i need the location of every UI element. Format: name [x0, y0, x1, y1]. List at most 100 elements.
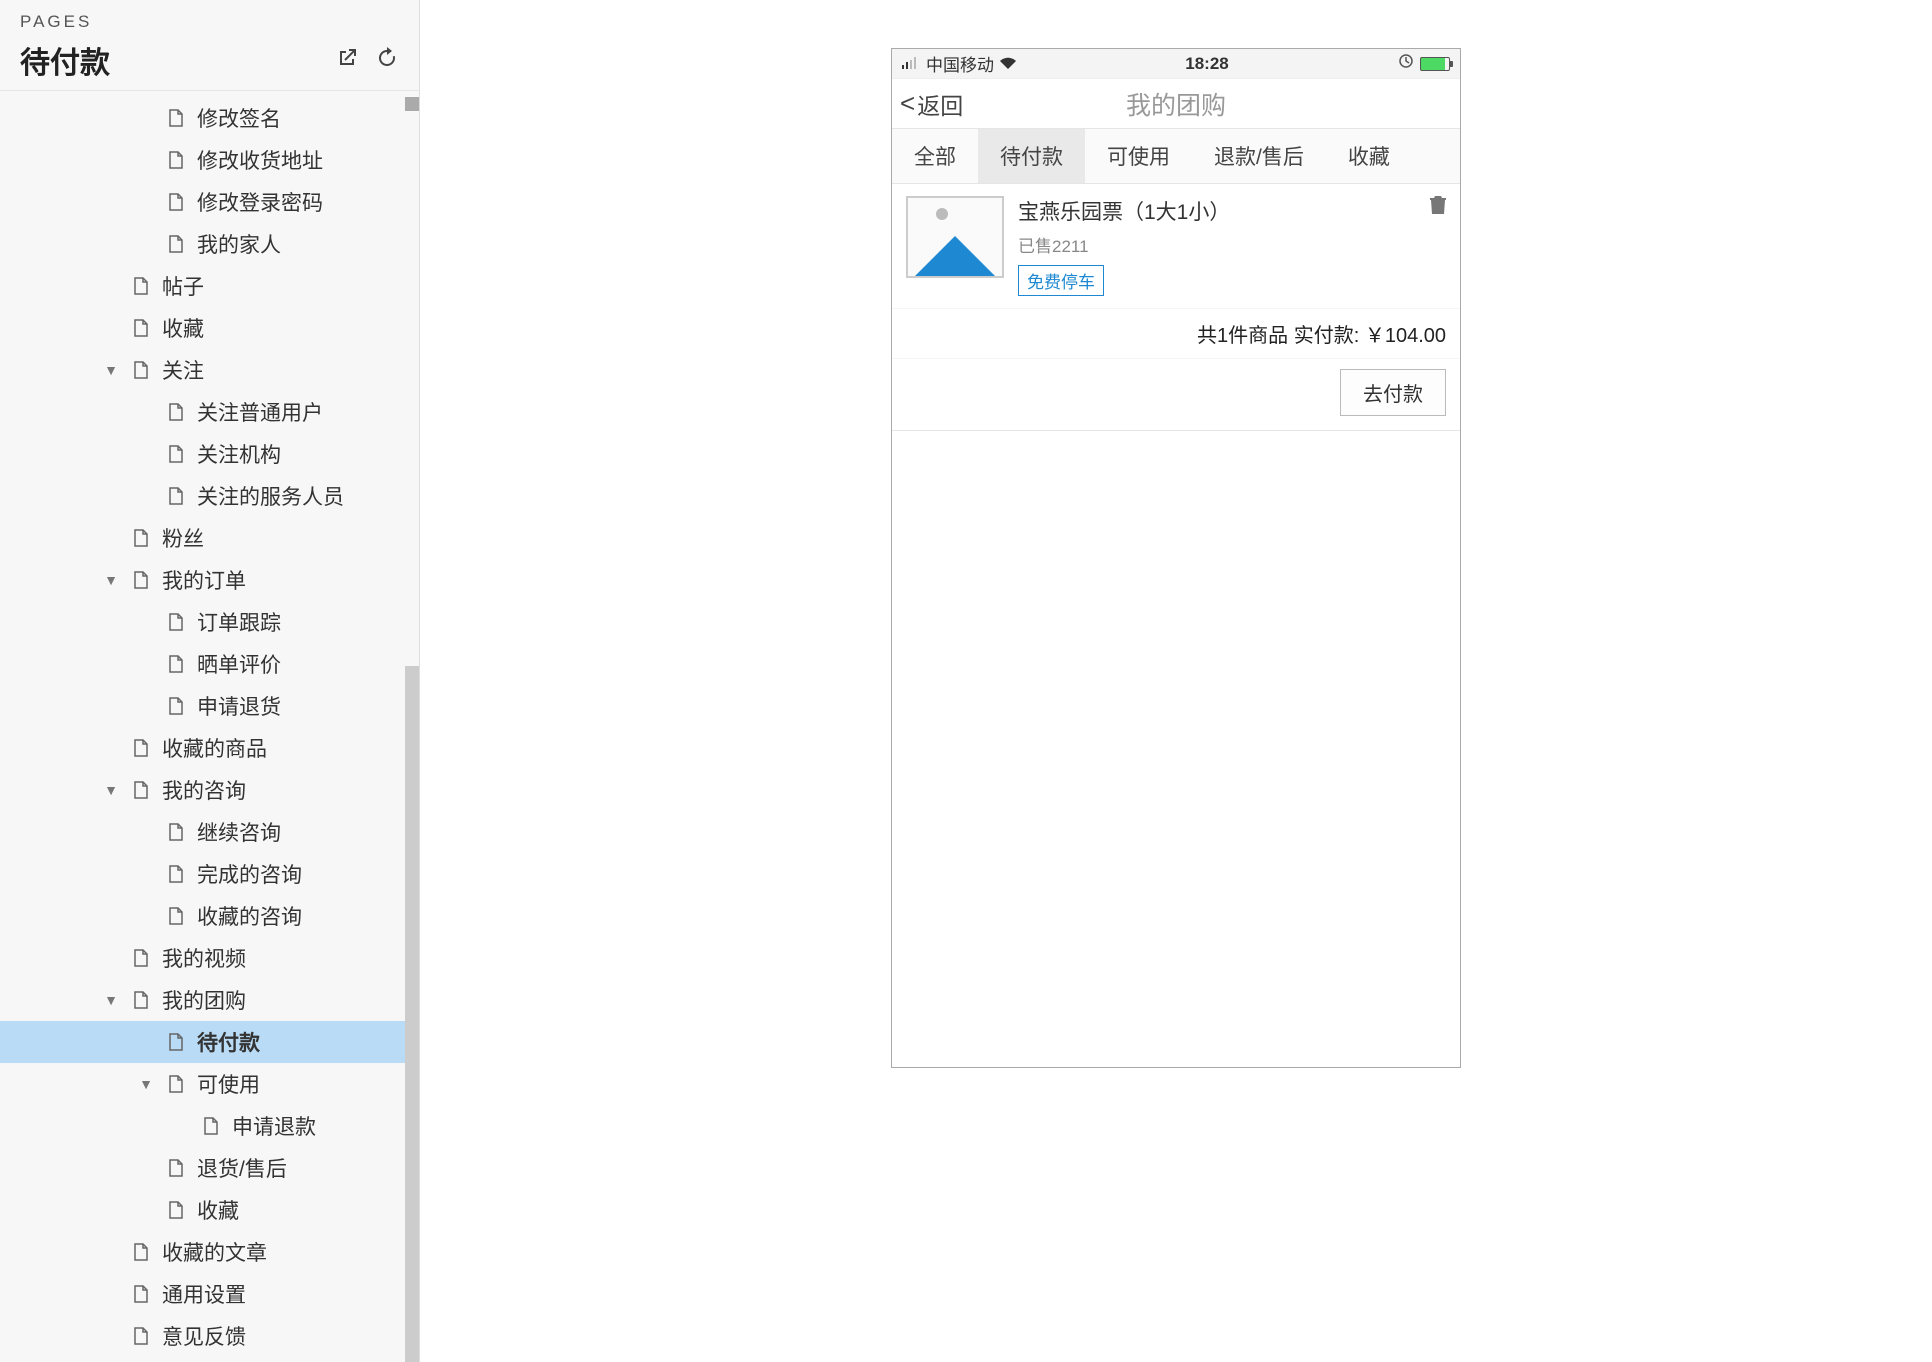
refresh-icon[interactable] [375, 46, 399, 75]
file-icon [165, 612, 185, 632]
tree-item-label: 收藏的咨询 [197, 901, 302, 931]
tree-item-label: 关注普通用户 [197, 397, 323, 427]
tree-item[interactable]: 完成的咨询 [0, 853, 419, 895]
file-icon [130, 990, 150, 1010]
tab-bar: 全部待付款可使用退款/售后收藏 [892, 129, 1460, 184]
file-icon [165, 192, 185, 212]
tree-item[interactable]: 关注机构 [0, 433, 419, 475]
tree-item[interactable]: 申请退款 [0, 1105, 419, 1147]
file-icon [165, 696, 185, 716]
tree-item[interactable]: 收藏 [0, 1189, 419, 1231]
file-icon [165, 654, 185, 674]
tree-item[interactable]: 修改登录密码 [0, 181, 419, 223]
tree-item[interactable]: 收藏的咨询 [0, 895, 419, 937]
tree-item[interactable]: 待付款 [0, 1021, 419, 1063]
scroll-up-indicator[interactable] [405, 97, 419, 111]
tab[interactable]: 全部 [892, 129, 978, 183]
tree-item-label: 申请退款 [232, 1111, 316, 1141]
product-thumbnail[interactable] [906, 196, 1004, 278]
file-icon [130, 1242, 150, 1262]
tree-item[interactable]: ▼我的咨询 [0, 769, 419, 811]
tab[interactable]: 可使用 [1085, 129, 1192, 183]
file-icon [130, 1326, 150, 1346]
tree-item[interactable]: 粉丝 [0, 517, 419, 559]
tree-item-label: 继续咨询 [197, 817, 281, 847]
tree-item-label: 收藏的文章 [162, 1237, 267, 1267]
tree-item-label: 收藏的商品 [162, 733, 267, 763]
tree-item[interactable]: 退货/售后 [0, 1147, 419, 1189]
tree-item-label: 收藏 [197, 1195, 239, 1225]
file-icon [130, 528, 150, 548]
tree-item[interactable]: ▼可使用 [0, 1063, 419, 1105]
tab[interactable]: 待付款 [978, 129, 1085, 183]
tree-item-label: 我的视频 [162, 943, 246, 973]
file-icon [130, 360, 150, 380]
wifi-icon [1000, 54, 1016, 74]
order-summary: 共1件商品 实付款: ￥104.00 [892, 308, 1460, 358]
caret-icon[interactable]: ▼ [102, 992, 120, 1008]
export-icon[interactable] [335, 46, 359, 75]
tree-item-label: 粉丝 [162, 523, 204, 553]
scrollbar-thumb[interactable] [405, 666, 419, 1362]
tree-item[interactable]: 我的视频 [0, 937, 419, 979]
file-icon [165, 402, 185, 422]
tree-item-label: 修改收货地址 [197, 145, 323, 175]
tree-item[interactable]: 修改收货地址 [0, 139, 419, 181]
file-icon [165, 822, 185, 842]
tree-item-label: 申请退货 [197, 691, 281, 721]
tree-item[interactable]: ▼ 关注 [0, 349, 419, 391]
tree-item[interactable]: 关注的服务人员 [0, 475, 419, 517]
tree-item[interactable]: 晒单评价 [0, 643, 419, 685]
file-icon [200, 1116, 220, 1136]
tree-item[interactable]: 修改签名 [0, 97, 419, 139]
file-icon [130, 948, 150, 968]
tree-item[interactable]: ▼ 我的订单 [0, 559, 419, 601]
tree-item[interactable]: ▼我的团购 [0, 979, 419, 1021]
file-icon [165, 1158, 185, 1178]
tree-item[interactable]: 订单跟踪 [0, 601, 419, 643]
battery-icon [1420, 57, 1450, 71]
nav-title: 我的团购 [1126, 86, 1226, 122]
file-icon [165, 1200, 185, 1220]
tree-item-label: 晒单评价 [197, 649, 281, 679]
canvas-area: 中国移动 18:28 < 返回 我的团购 全部待付款可使用退款/售后收藏 [420, 0, 1932, 1362]
clock-label: 18:28 [1016, 54, 1398, 74]
tree-item[interactable]: 意见反馈 [0, 1315, 419, 1357]
tree-item-label: 订单跟踪 [197, 607, 281, 637]
back-button[interactable]: < 返回 [892, 87, 963, 121]
caret-icon[interactable]: ▼ [137, 1076, 155, 1092]
tree-item[interactable]: 申请退货 [0, 685, 419, 727]
pay-button[interactable]: 去付款 [1340, 369, 1446, 416]
order-card: 宝燕乐园票（1大1小） 已售2211 免费停车 共1件商品 实付款: ￥104.… [892, 184, 1460, 431]
pages-label: PAGES [20, 12, 399, 32]
tree-item[interactable]: 收藏 [0, 307, 419, 349]
caret-icon[interactable]: ▼ [102, 362, 120, 378]
sidebar: PAGES 待付款 修改签名修改收货地址修改登录密码我的家人帖子收藏▼关注关注普… [0, 0, 420, 1362]
tree-item[interactable]: 通用设置 [0, 1273, 419, 1315]
tree-item-label: 修改签名 [197, 103, 281, 133]
order-sold: 已售2211 [1018, 232, 1446, 257]
tree-item-label: 关注 [162, 355, 204, 385]
tree-item[interactable]: 收藏的商品 [0, 727, 419, 769]
file-icon [130, 780, 150, 800]
tree-item[interactable]: 关注普通用户 [0, 391, 419, 433]
file-icon [165, 1032, 185, 1052]
tree-item[interactable]: 帖子 [0, 265, 419, 307]
tree-item[interactable]: 我的家人 [0, 223, 419, 265]
tree-item-label: 意见反馈 [162, 1321, 246, 1351]
caret-icon[interactable]: ▼ [102, 572, 120, 588]
tree-item-label: 修改登录密码 [197, 187, 323, 217]
tab[interactable]: 退款/售后 [1192, 129, 1326, 183]
back-label: 返回 [917, 87, 963, 121]
signal-icon [902, 54, 920, 74]
page-title: 待付款 [20, 38, 110, 82]
tab[interactable]: 收藏 [1326, 129, 1412, 183]
caret-icon[interactable]: ▼ [102, 782, 120, 798]
tree-item[interactable]: 继续咨询 [0, 811, 419, 853]
file-icon [130, 738, 150, 758]
file-icon [130, 1284, 150, 1304]
trash-icon[interactable] [1428, 194, 1448, 221]
tree-item-label: 我的订单 [162, 565, 246, 595]
page-tree[interactable]: 修改签名修改收货地址修改登录密码我的家人帖子收藏▼关注关注普通用户关注机构关注的… [0, 91, 419, 1362]
tree-item[interactable]: 收藏的文章 [0, 1231, 419, 1273]
